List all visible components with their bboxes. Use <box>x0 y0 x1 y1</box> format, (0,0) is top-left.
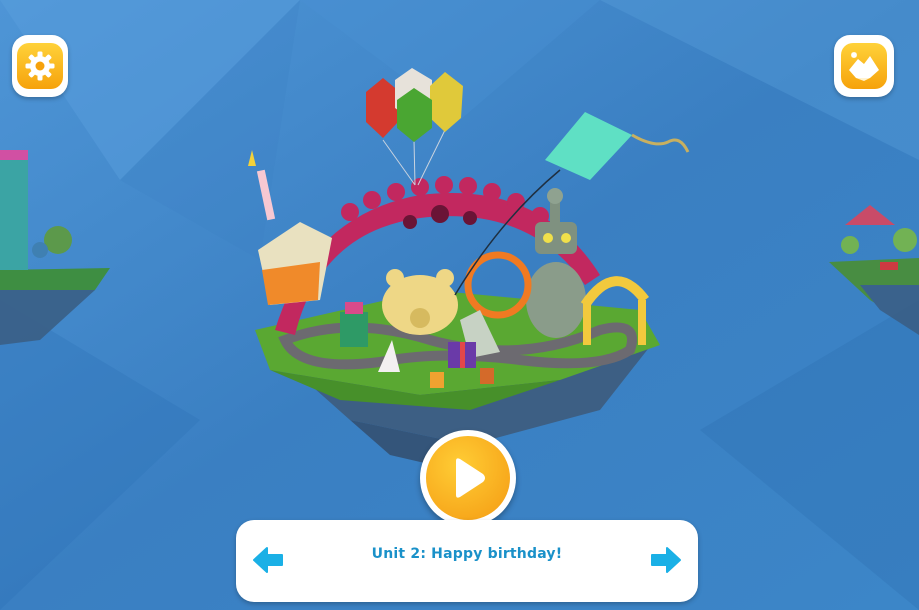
map-button-face <box>841 43 887 89</box>
arrow-left-icon <box>253 547 283 573</box>
previous-unit-button[interactable] <box>250 542 286 578</box>
settings-button[interactable] <box>12 35 68 97</box>
settings-button-face <box>17 43 63 89</box>
unit-title: Unit 2: Happy birthday! <box>371 546 563 562</box>
play-button[interactable] <box>420 430 516 526</box>
unit-selector: Unit 2: Happy birthday! <box>236 520 698 602</box>
arrow-right-icon <box>651 547 681 573</box>
play-button-face <box>426 436 510 520</box>
island-map-icon <box>849 52 879 81</box>
map-button[interactable] <box>834 35 894 97</box>
gear-icon <box>25 51 55 81</box>
play-icon <box>456 458 485 498</box>
next-unit-button[interactable] <box>648 542 684 578</box>
